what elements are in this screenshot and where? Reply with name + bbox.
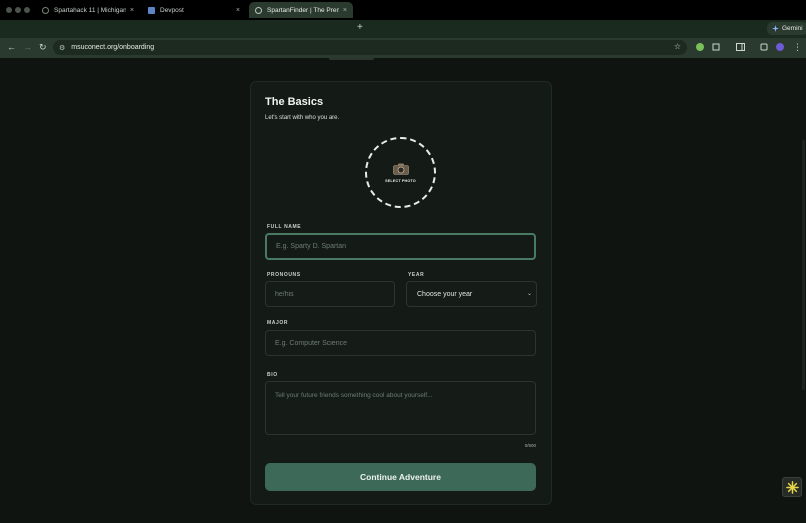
bio-placeholder: Tell your future friends something cool … (275, 392, 433, 399)
tab-spartanfinder[interactable]: SpartanFinder | The Premium × (249, 2, 353, 18)
bio-character-counter: 0/500 (524, 443, 536, 448)
close-icon[interactable]: × (236, 7, 240, 14)
reload-icon[interactable]: ↻ (39, 41, 47, 53)
progress-indicator (329, 58, 374, 60)
window-minimize-dot[interactable] (15, 7, 21, 13)
profile-avatar-icon[interactable] (776, 43, 784, 51)
select-photo-label: SELECT PHOTO (385, 178, 416, 183)
year-label: YEAR (408, 272, 425, 278)
full-name-label: FULL NAME (267, 224, 302, 230)
pronouns-label: PRONOUNS (267, 272, 301, 278)
page-subtitle: Let's start with who you are. (265, 115, 340, 121)
continue-adventure-button[interactable]: Continue Adventure (265, 463, 536, 491)
url-text: msuconect.org/onboarding (71, 44, 155, 51)
window-close-dot[interactable] (6, 7, 12, 13)
kebab-menu-icon[interactable]: ⋮ (793, 41, 802, 53)
assistant-widget-button[interactable] (782, 477, 802, 497)
gemini-label: Gemini (782, 25, 803, 32)
bookmark-star-icon[interactable]: ☆ (674, 42, 681, 51)
camera-icon (392, 163, 409, 175)
gemini-button[interactable]: Gemini (767, 22, 806, 35)
address-bar[interactable]: ⚙ msuconect.org/onboarding ☆ (53, 40, 687, 55)
window-zoom-dot[interactable] (24, 7, 30, 13)
page-title: The Basics (265, 96, 324, 108)
tab-spartahack[interactable]: Spartahack 11 | Michigan Sta × (36, 2, 140, 18)
globe-icon (42, 6, 49, 14)
sparkle-icon (772, 25, 779, 32)
sidepanel-icon[interactable] (736, 43, 745, 51)
site-settings-icon[interactable]: ⚙ (59, 44, 65, 52)
browser-tab-bar (0, 20, 806, 38)
tab-devpost[interactable]: Devpost × (142, 2, 246, 18)
page-scrollbar[interactable] (802, 140, 805, 390)
pronouns-input[interactable] (265, 281, 395, 307)
tab-search-icon[interactable] (760, 43, 768, 51)
tab-title: Devpost (160, 6, 184, 14)
puzzle-icon[interactable] (712, 43, 720, 51)
forward-arrow-icon[interactable]: → (23, 41, 32, 53)
chevron-down-icon: ⌄ (526, 291, 532, 297)
devpost-icon (148, 6, 155, 14)
year-selected-value: Choose your year (417, 290, 473, 298)
full-name-input[interactable] (265, 233, 536, 260)
new-tab-button[interactable]: + (357, 23, 363, 33)
extension-circle-icon[interactable] (696, 43, 704, 51)
major-input[interactable] (265, 330, 536, 356)
bio-textarea[interactable]: Tell your future friends something cool … (265, 381, 536, 435)
back-arrow-icon[interactable]: ← (7, 41, 16, 53)
bio-label: BIO (267, 372, 278, 378)
close-icon[interactable]: × (343, 7, 347, 14)
tab-title: SpartanFinder | The Premium (267, 6, 339, 14)
select-photo-button[interactable]: SELECT PHOTO (365, 137, 436, 208)
major-label: MAJOR (267, 320, 289, 326)
tab-title: Spartahack 11 | Michigan Sta (54, 6, 126, 14)
year-select[interactable]: Choose your year ⌄ (406, 281, 537, 307)
close-icon[interactable]: × (130, 7, 134, 14)
sparkle-burst-icon (785, 480, 799, 494)
globe-icon (255, 6, 262, 14)
